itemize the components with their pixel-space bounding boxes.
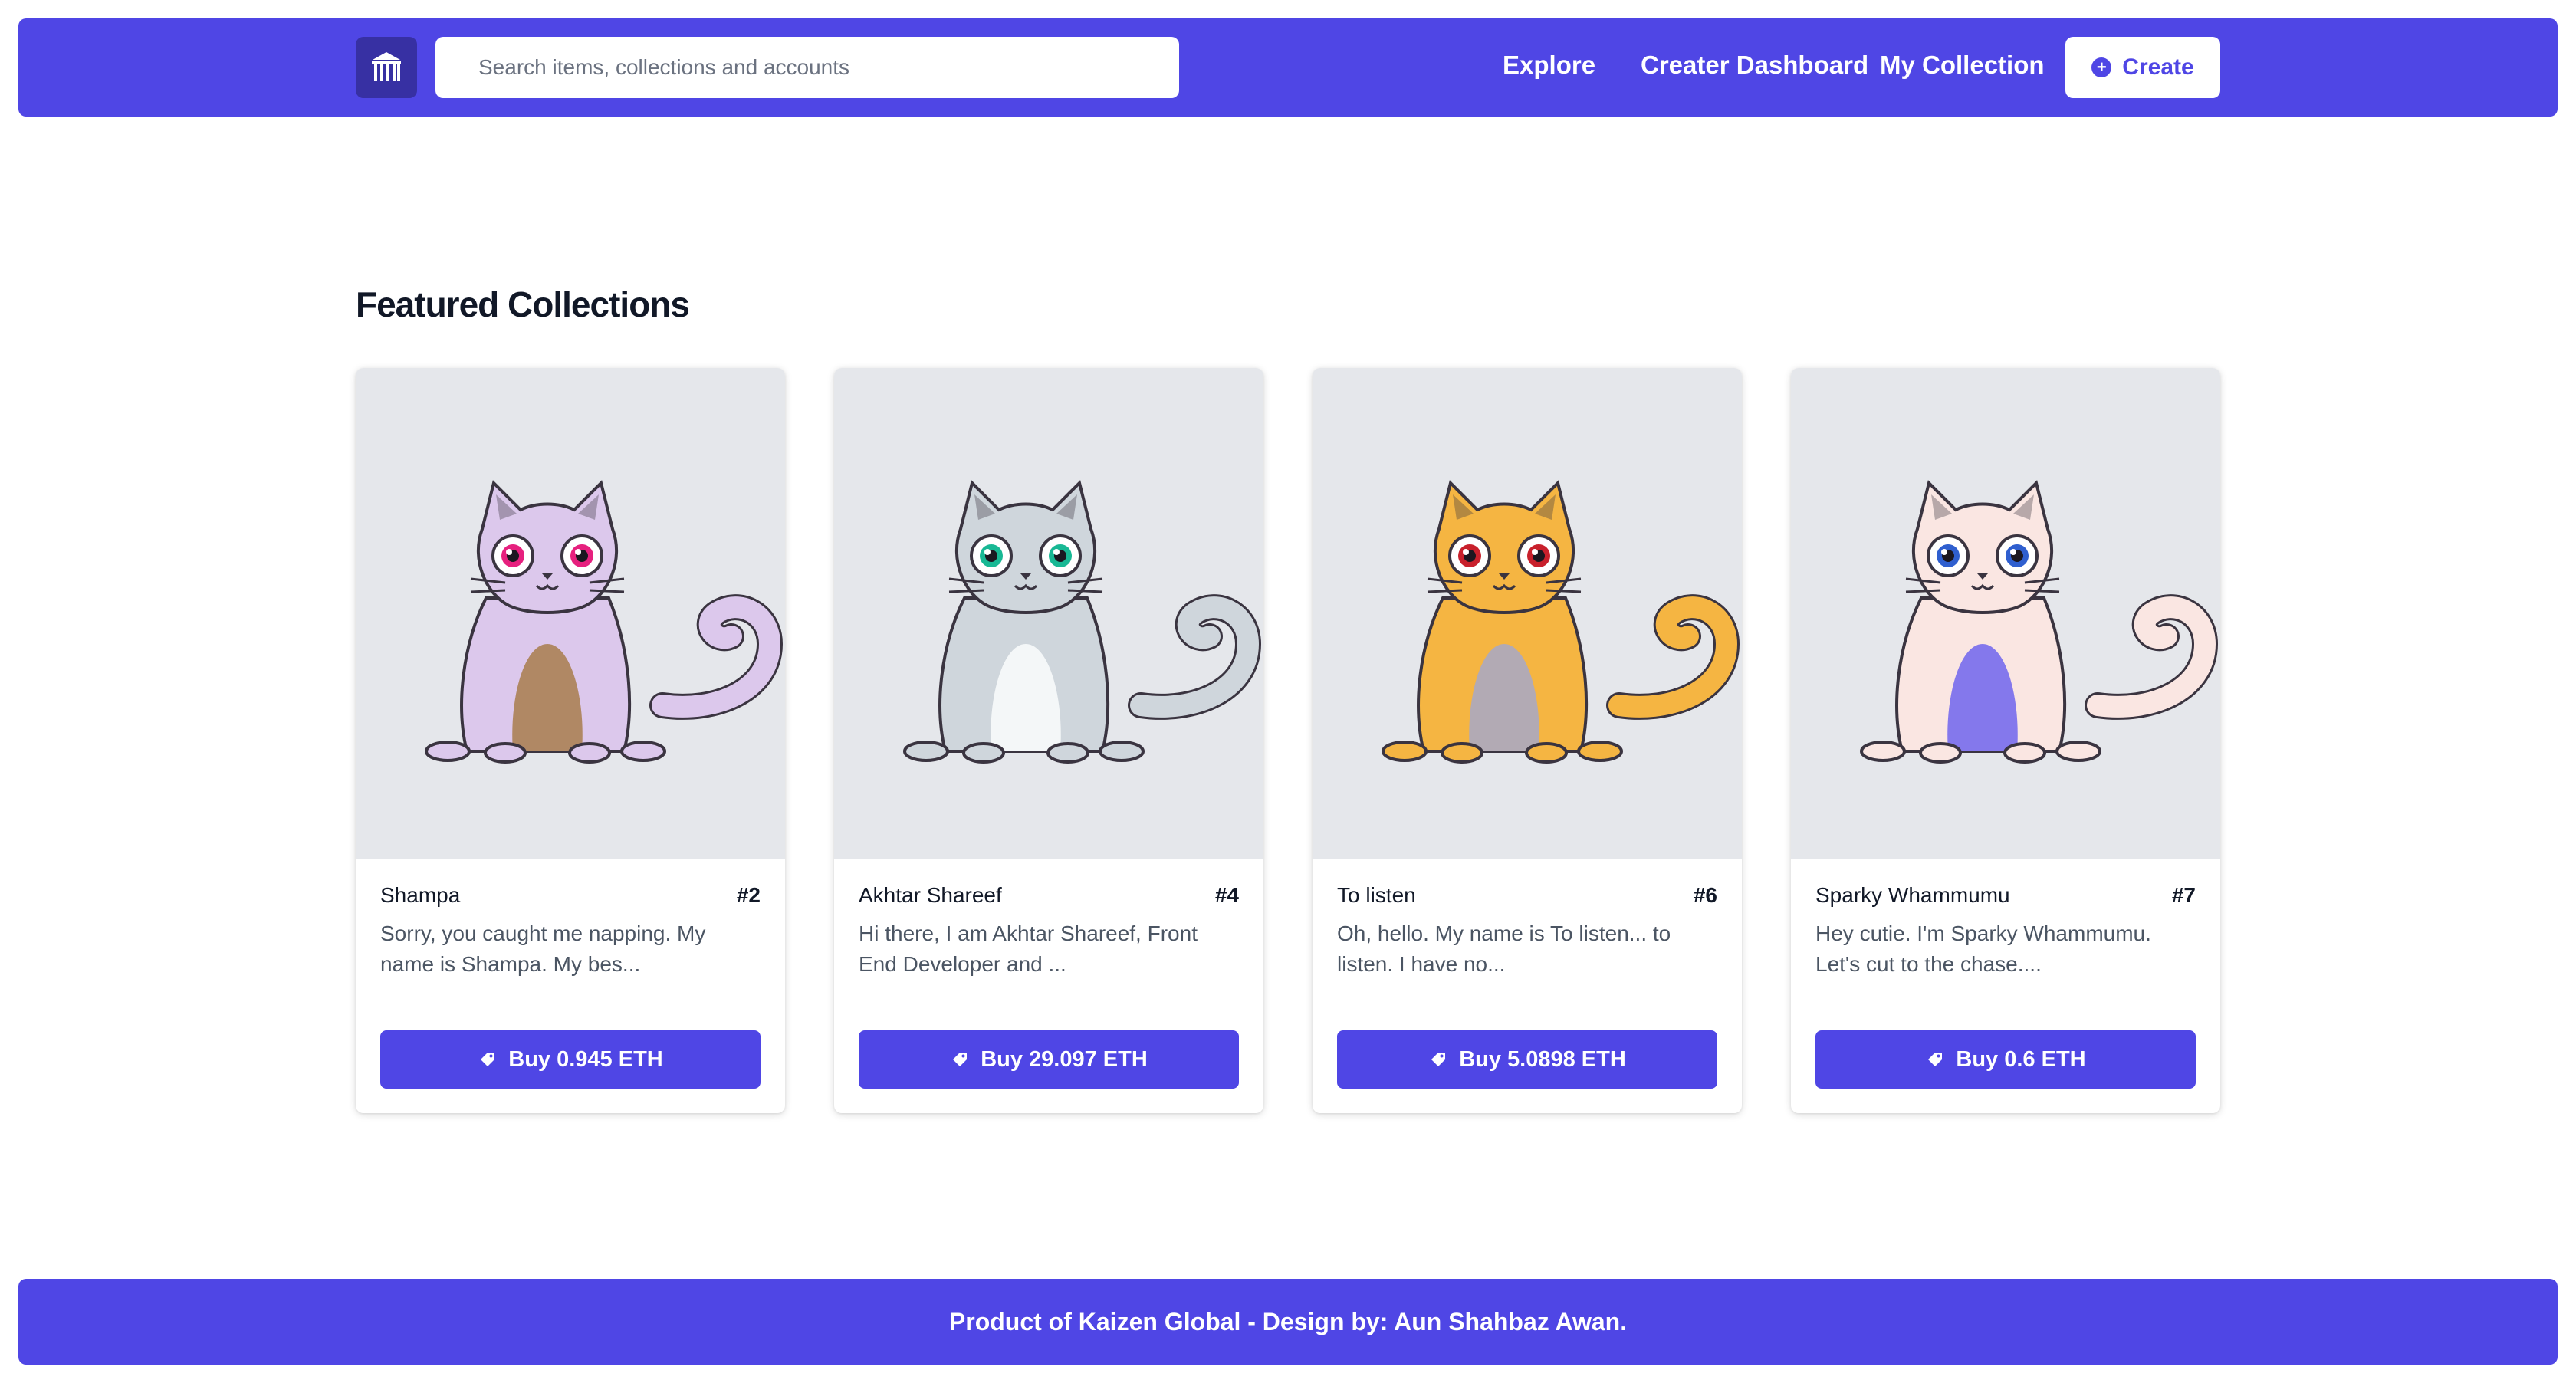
collection-card[interactable]: Akhtar Shareef #4 Hi there, I am Akhtar …: [834, 368, 1263, 1113]
plus-circle-icon: +: [2091, 57, 2112, 77]
footer-text: Product of Kaizen Global - Design by: Au…: [948, 1307, 1628, 1335]
tag-icon: [481, 1053, 495, 1066]
card-description: Hi there, I am Akhtar Shareef, Front End…: [859, 921, 1198, 976]
card-number: #4: [1214, 883, 1239, 907]
top-navbar: Explore Creater Dashboard My Collection …: [18, 18, 2558, 117]
tag-icon: [1431, 1053, 1446, 1066]
card-number: #6: [1693, 883, 1717, 907]
collection-card[interactable]: Sparky Whammumu #7 Hey cutie. I'm Sparky…: [1791, 368, 2220, 1113]
create-button[interactable]: + Create: [2065, 37, 2220, 98]
buy-button[interactable]: Buy 0.945 ETH: [380, 1030, 761, 1089]
footer: Product of Kaizen Global - Design by: Au…: [18, 1279, 2558, 1365]
card-number: #2: [736, 883, 761, 907]
card-name: Shampa: [380, 883, 461, 907]
buy-button[interactable]: Buy 0.6 ETH: [1815, 1030, 2196, 1089]
card-number: #7: [2171, 883, 2196, 907]
nav-my-collection[interactable]: My Collection: [1880, 51, 2045, 80]
card-name: To listen: [1337, 883, 1416, 907]
card-name: Sparky Whammumu: [1815, 883, 2010, 907]
search-input[interactable]: [435, 37, 1179, 98]
buy-button-label: Buy 5.0898 ETH: [1459, 1046, 1626, 1072]
cat-illustration[interactable]: [1313, 368, 1742, 859]
card-description: Hey cutie. I'm Sparky Whammumu. Let's cu…: [1815, 921, 2151, 976]
buy-button[interactable]: Buy 5.0898 ETH: [1337, 1030, 1717, 1089]
nav-creater-dashboard[interactable]: Creater Dashboard: [1641, 51, 1868, 80]
tag-icon: [1928, 1053, 1943, 1066]
collection-card[interactable]: To listen #6 Oh, hello. My name is To li…: [1313, 368, 1742, 1113]
collection-card[interactable]: Shampa #2 Sorry, you caught me napping. …: [356, 368, 785, 1113]
logo[interactable]: [356, 37, 417, 98]
buy-button-label: Buy 0.6 ETH: [1956, 1046, 2086, 1072]
card-description: Oh, hello. My name is To listen... to li…: [1337, 921, 1671, 976]
create-button-label: Create: [2122, 54, 2194, 80]
card-description: Sorry, you caught me napping. My name is…: [380, 921, 706, 976]
building-logo-icon: [372, 52, 401, 81]
buy-button-label: Buy 29.097 ETH: [981, 1046, 1148, 1072]
buy-button[interactable]: Buy 29.097 ETH: [859, 1030, 1239, 1089]
cat-illustration[interactable]: [356, 368, 785, 859]
buy-button-label: Buy 0.945 ETH: [508, 1046, 663, 1072]
cat-illustration[interactable]: [834, 368, 1263, 859]
nav-explore[interactable]: Explore: [1503, 51, 1595, 80]
section-title: Featured Collections: [356, 284, 690, 324]
tag-icon: [953, 1053, 968, 1066]
cat-illustration[interactable]: [1791, 368, 2220, 859]
card-name: Akhtar Shareef: [859, 883, 1002, 907]
